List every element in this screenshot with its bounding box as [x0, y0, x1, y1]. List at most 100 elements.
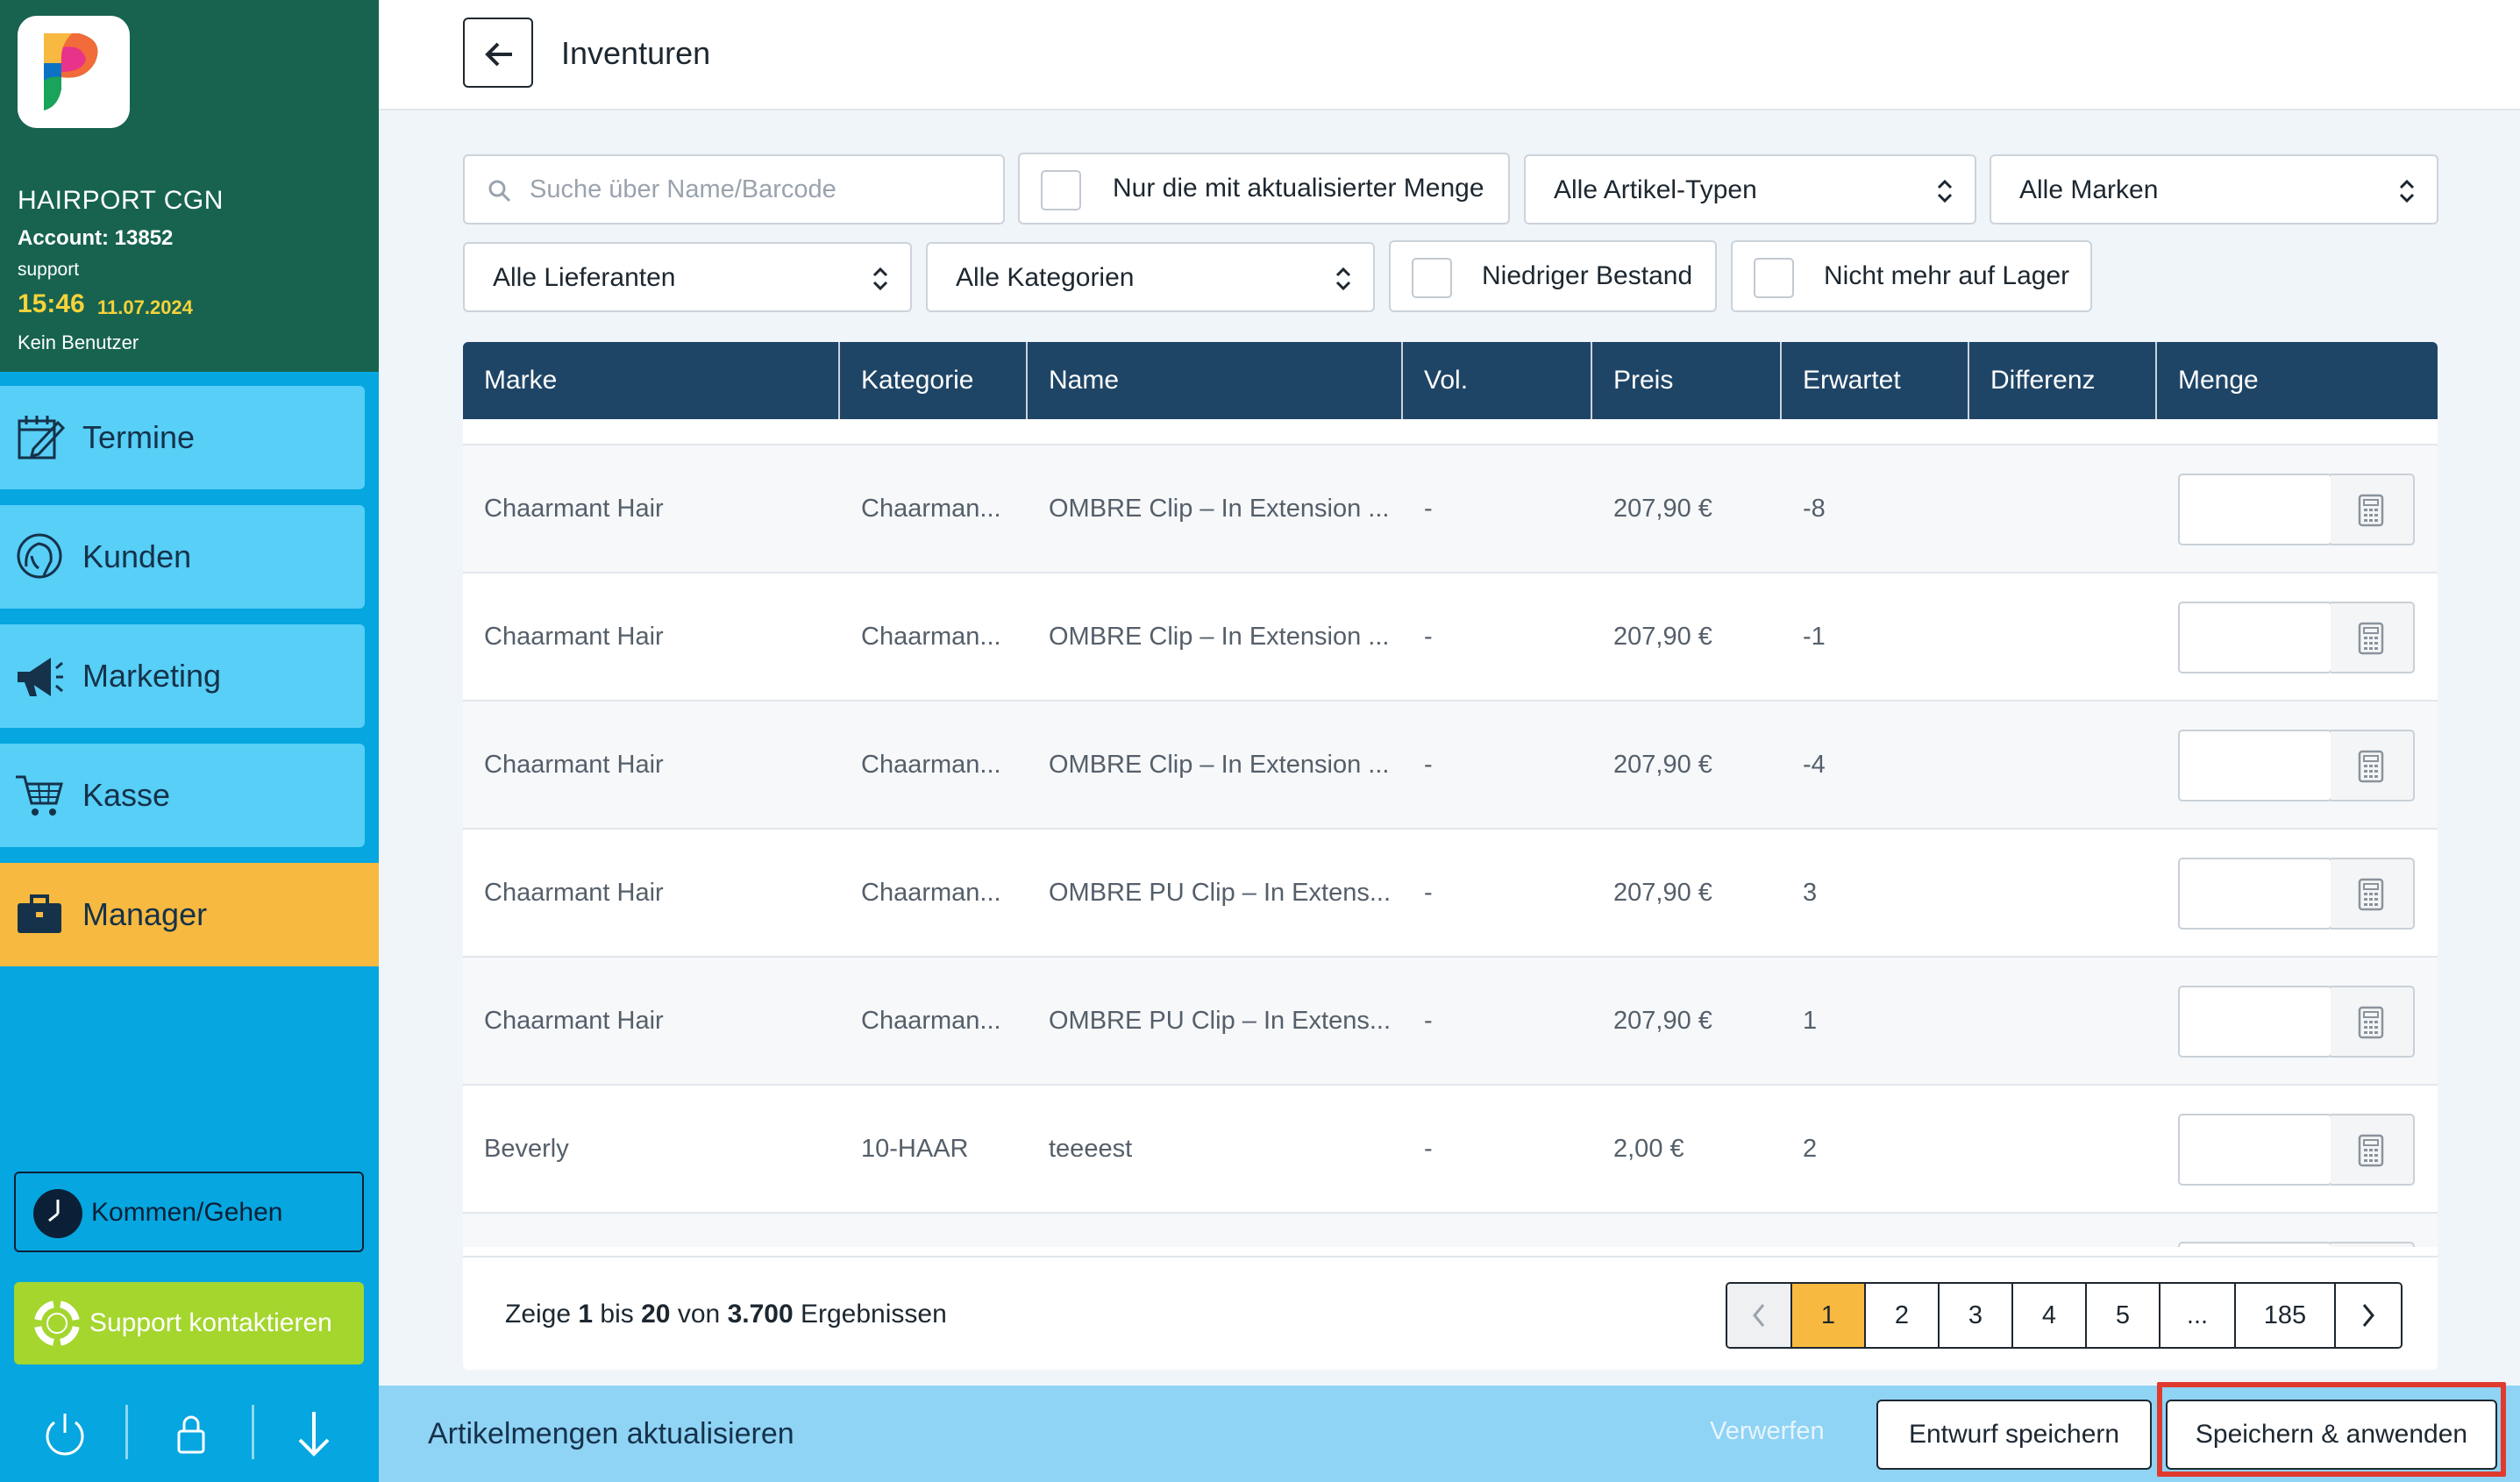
- cell-name: OMBRE Clip – In Extension ...: [1049, 623, 1390, 651]
- chevron-up-down-icon: [872, 267, 888, 291]
- table-row[interactable]: Chaarmant Hair Chaarman... OMBRE Clip – …: [463, 444, 2438, 572]
- quantity-field[interactable]: [2178, 730, 2332, 802]
- calculator-button[interactable]: [2331, 858, 2415, 930]
- column-header-menge[interactable]: Menge: [2157, 342, 2438, 419]
- table-row[interactable]: Chaarmant Hair Chaarman... OMBRE Clip – …: [463, 572, 2438, 700]
- chevron-right-icon: [2362, 1304, 2374, 1327]
- chevron-up-down-icon: [1937, 179, 1953, 203]
- arrow-left-icon: [485, 42, 512, 67]
- contact-support-button[interactable]: Support kontaktieren: [14, 1282, 364, 1364]
- quantity-input[interactable]: [2180, 475, 2329, 544]
- table-row[interactable]: Chaarmant Hair Chaarman... OMBRE PU Clip…: [463, 828, 2438, 956]
- search-field[interactable]: [463, 154, 1005, 224]
- table-row[interactable]: [463, 1212, 2438, 1247]
- table-body: Chaarmant Hair Chaarman... OMBRE Clip – …: [463, 419, 2438, 1247]
- quantity-field[interactable]: [2178, 602, 2332, 673]
- table-row[interactable]: Chaarmant Hair Chaarman... OMBRE PU Clip…: [463, 956, 2438, 1084]
- power-icon[interactable]: [39, 1407, 91, 1459]
- calculator-icon: [2358, 494, 2384, 527]
- article-type-select[interactable]: Alle Artikel-Typen: [1524, 154, 1976, 224]
- calculator-button[interactable]: [2331, 986, 2415, 1058]
- quantity-input[interactable]: [2180, 731, 2329, 800]
- search-input[interactable]: [528, 172, 879, 207]
- column-header-vol[interactable]: Vol.: [1403, 342, 1592, 419]
- cell-kategorie: Chaarman...: [861, 495, 1001, 523]
- prev-page-button[interactable]: [1727, 1284, 1792, 1347]
- calculator-button[interactable]: [2331, 1114, 2415, 1186]
- calculator-icon: [2358, 622, 2384, 655]
- quantity-field[interactable]: [2178, 858, 2332, 930]
- next-page-button[interactable]: [2336, 1284, 2401, 1347]
- inventory-table: Marke Kategorie Name Vol. Preis Erwartet…: [463, 342, 2438, 1370]
- quantity-input[interactable]: [2180, 603, 2329, 672]
- page-button-last[interactable]: 185: [2236, 1284, 2336, 1347]
- arrow-down-icon[interactable]: [288, 1407, 340, 1459]
- back-button[interactable]: [463, 18, 533, 88]
- quantity-field[interactable]: [2178, 986, 2332, 1058]
- checkbox[interactable]: [1412, 258, 1452, 298]
- quantity-input[interactable]: [2180, 987, 2329, 1056]
- nav-marketing[interactable]: Marketing: [0, 624, 365, 728]
- quantity-input[interactable]: [2180, 859, 2329, 928]
- quantity-field[interactable]: [2178, 1242, 2332, 1247]
- calculator-icon: [2358, 750, 2384, 783]
- toolbar-divider: [125, 1405, 128, 1459]
- calculator-button[interactable]: [2331, 474, 2415, 545]
- action-bar-title: Artikelmengen aktualisieren: [428, 1417, 794, 1450]
- sidebar-header: HAIRPORT CGN Account: 13852 support 15:4…: [0, 0, 379, 372]
- cell-erwartet: -4: [1803, 751, 1826, 779]
- calculator-button[interactable]: [2331, 1242, 2415, 1247]
- nav-termine[interactable]: Termine: [0, 386, 365, 489]
- results-total: 3.700: [727, 1300, 794, 1329]
- column-header-kategorie[interactable]: Kategorie: [840, 342, 1028, 419]
- calendar-edit-icon: [18, 416, 66, 460]
- column-header-marke[interactable]: Marke: [463, 342, 840, 419]
- table-row[interactable]: Chaarmant Hair Chaarman... OMBRE Clip – …: [463, 700, 2438, 828]
- nav-kunden[interactable]: Kunden: [0, 505, 365, 609]
- save-draft-button[interactable]: Entwurf speichern: [1876, 1400, 2152, 1470]
- column-header-name[interactable]: Name: [1028, 342, 1403, 419]
- page-button-1[interactable]: 1: [1792, 1284, 1866, 1347]
- table-header: Marke Kategorie Name Vol. Preis Erwartet…: [463, 342, 2438, 419]
- column-header-differenz[interactable]: Differenz: [1969, 342, 2157, 419]
- quantity-field[interactable]: [2178, 1114, 2332, 1186]
- calculator-button[interactable]: [2331, 602, 2415, 673]
- table-row[interactable]: Beverly 10-HAAR teeeest - 2,00 € 2: [463, 1084, 2438, 1212]
- checkbox[interactable]: [1041, 170, 1081, 210]
- brand-select[interactable]: Alle Marken: [1990, 154, 2438, 224]
- calculator-icon: [2358, 1006, 2384, 1039]
- cell-preis: 207,90 €: [1613, 495, 1712, 523]
- page-button-3[interactable]: 3: [1940, 1284, 2013, 1347]
- cell-vol: -: [1424, 879, 1433, 907]
- nav-marketing-label: Marketing: [82, 658, 222, 694]
- article-type-value: Alle Artikel-Typen: [1554, 175, 1757, 204]
- page-button-4[interactable]: 4: [2013, 1284, 2087, 1347]
- lock-icon[interactable]: [165, 1407, 217, 1459]
- low-stock-checkbox[interactable]: Niedriger Bestand: [1389, 240, 1717, 312]
- supplier-select[interactable]: Alle Lieferanten: [463, 242, 912, 312]
- nav-manager[interactable]: Manager: [0, 863, 379, 966]
- calculator-button[interactable]: [2331, 730, 2415, 802]
- column-header-preis[interactable]: Preis: [1592, 342, 1782, 419]
- user-role: support: [18, 260, 80, 280]
- page-button-2[interactable]: 2: [1866, 1284, 1940, 1347]
- checkbox[interactable]: [1754, 258, 1794, 298]
- cell-preis: 207,90 €: [1613, 751, 1712, 779]
- quantity-input[interactable]: [2180, 1115, 2329, 1184]
- clock-in-out-button[interactable]: Kommen/Gehen: [14, 1172, 364, 1252]
- quantity-input[interactable]: [2180, 1243, 2329, 1247]
- cell-vol: -: [1424, 1007, 1433, 1035]
- out-of-stock-checkbox[interactable]: Nicht mehr auf Lager: [1731, 240, 2092, 312]
- page-title: Inventuren: [561, 35, 711, 71]
- save-and-apply-button[interactable]: Speichern & anwenden: [2166, 1400, 2497, 1470]
- cell-kategorie: Chaarman...: [861, 751, 1001, 779]
- column-header-erwartet[interactable]: Erwartet: [1782, 342, 1969, 419]
- quantity-field[interactable]: [2178, 474, 2332, 545]
- category-select[interactable]: Alle Kategorien: [926, 242, 1375, 312]
- only-updated-checkbox[interactable]: Nur die mit aktualisierter Menge: [1018, 153, 1510, 224]
- cell-vol: -: [1424, 495, 1433, 523]
- page-button-5[interactable]: 5: [2087, 1284, 2161, 1347]
- cell-erwartet: -8: [1803, 495, 1826, 523]
- discard-button[interactable]: Verwerfen: [1710, 1417, 1825, 1446]
- nav-kasse[interactable]: Kasse: [0, 744, 365, 847]
